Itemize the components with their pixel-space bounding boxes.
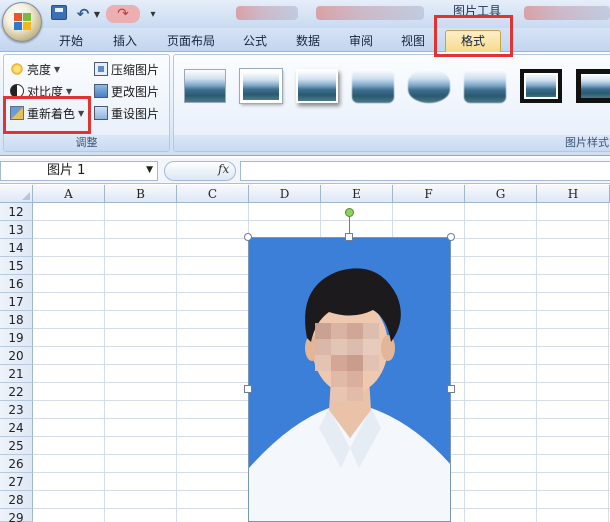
highlight-recolor-button [3,96,91,134]
row-header-21[interactable]: 21 [0,365,33,383]
row-header-22[interactable]: 22 [0,383,33,401]
office-button[interactable] [2,2,42,42]
row-header-27[interactable]: 27 [0,473,33,491]
change-picture-button[interactable]: 更改图片 [94,81,159,101]
portrait-photo [249,238,450,521]
column-header-e[interactable]: E [321,185,393,203]
brightness-label: 亮度 [27,62,52,77]
picture-style-white-frame[interactable] [240,69,282,103]
ribbon: 亮度 ▼ 对比度 ▼ 重新着色 ▼ 压缩图片 更改图片 重设图片 调整 图片样式 [0,52,610,156]
row-header-16[interactable]: 16 [0,275,33,293]
picture-style-simple-frame[interactable] [184,69,226,103]
adjust-group-label: 调整 [4,135,169,151]
row-header-13[interactable]: 13 [0,221,33,239]
picture-style-soft-edge[interactable] [352,69,394,103]
blurred-title-segment [524,6,610,20]
column-header-row: A B C D E F G H [0,185,610,203]
reset-picture-icon [94,106,108,120]
compress-label: 压缩图片 [111,62,160,77]
office-logo-icon [14,13,32,31]
reset-picture-label: 重设图片 [111,106,160,121]
row-header-20[interactable]: 20 [0,347,33,365]
insert-function-icon[interactable]: fx [218,162,229,176]
row-header-18[interactable]: 18 [0,311,33,329]
tab-review[interactable]: 审阅 [338,32,384,52]
row-header-17[interactable]: 17 [0,293,33,311]
row-header-25[interactable]: 25 [0,437,33,455]
resize-handle-right[interactable] [447,385,455,393]
picture-style-thick-matte[interactable] [520,69,562,103]
row-header-12[interactable]: 12 [0,203,33,221]
select-all-corner[interactable] [0,185,33,203]
tab-data[interactable]: 数据 [285,32,331,52]
picture-styles-group: 图片样式 [173,54,610,152]
picture-style-soft-oval[interactable] [408,69,450,103]
brightness-button[interactable]: 亮度 ▼ [10,59,60,79]
title-bar: ↶ ▼ ↷ ▾ 图片工具 [0,0,610,28]
brightness-icon [10,62,24,76]
blurred-title-segment [236,6,298,20]
row-header-24[interactable]: 24 [0,419,33,437]
tab-insert[interactable]: 插入 [102,32,148,52]
resize-handle-left[interactable] [244,385,252,393]
column-header-h[interactable]: H [537,185,610,203]
column-header-a[interactable]: A [33,185,105,203]
selected-picture[interactable] [248,237,451,522]
column-header-f[interactable]: F [393,185,465,203]
name-box-value: 图片 1 [47,163,86,178]
undo-dropdown-icon[interactable]: ▼ [93,5,101,23]
tab-formulas[interactable]: 公式 [232,32,278,52]
name-box[interactable]: 图片 1 ▼ [0,161,158,181]
save-icon[interactable] [51,5,67,20]
blurred-title-segment [316,6,424,20]
resize-handle-top-right[interactable] [447,233,455,241]
change-picture-icon [94,84,108,98]
compress-icon [94,62,108,76]
resize-handle-top[interactable] [345,233,353,241]
column-header-c[interactable]: C [177,185,249,203]
excel-window: ↶ ▼ ↷ ▾ 图片工具 开始 插入 页面布局 公式 数据 审阅 视图 格式 亮 [0,0,610,522]
tab-page-layout[interactable]: 页面布局 [158,32,224,52]
chevron-down-icon[interactable]: ▼ [146,165,153,175]
chevron-down-icon: ▼ [66,86,73,96]
picture-style-black-frame[interactable] [576,69,610,103]
change-picture-label: 更改图片 [111,84,160,99]
ribbon-tab-bar: 开始 插入 页面布局 公式 数据 审阅 视图 格式 [0,28,610,52]
picture-style-drop-shadow[interactable] [296,69,338,103]
rotate-handle[interactable] [345,208,354,217]
row-header-23[interactable]: 23 [0,401,33,419]
tab-view[interactable]: 视图 [390,32,436,52]
chevron-down-icon: ▼ [54,64,61,74]
row-header-29[interactable]: 29 [0,509,33,522]
reset-picture-button[interactable]: 重设图片 [94,103,159,123]
picture-style-soft-rectangle[interactable] [464,69,506,103]
column-header-d[interactable]: D [249,185,321,203]
column-header-g[interactable]: G [465,185,537,203]
tab-home[interactable]: 开始 [48,32,94,52]
formula-bar: 图片 1 ▼ fx [0,158,610,184]
formula-input[interactable] [240,161,610,181]
row-header-15[interactable]: 15 [0,257,33,275]
compress-pictures-button[interactable]: 压缩图片 [94,59,159,79]
resize-handle-top-left[interactable] [244,233,252,241]
picture-styles-group-label: 图片样式 [174,135,610,151]
column-header-b[interactable]: B [105,185,177,203]
highlight-format-tab [434,15,513,57]
row-header-14[interactable]: 14 [0,239,33,257]
row-header-26[interactable]: 26 [0,455,33,473]
redo-icon[interactable]: ↷ [106,5,140,23]
row-header-19[interactable]: 19 [0,329,33,347]
chevron-down-icon[interactable]: ▾ [148,5,158,23]
undo-icon[interactable]: ↶ [74,5,92,23]
row-header-28[interactable]: 28 [0,491,33,509]
